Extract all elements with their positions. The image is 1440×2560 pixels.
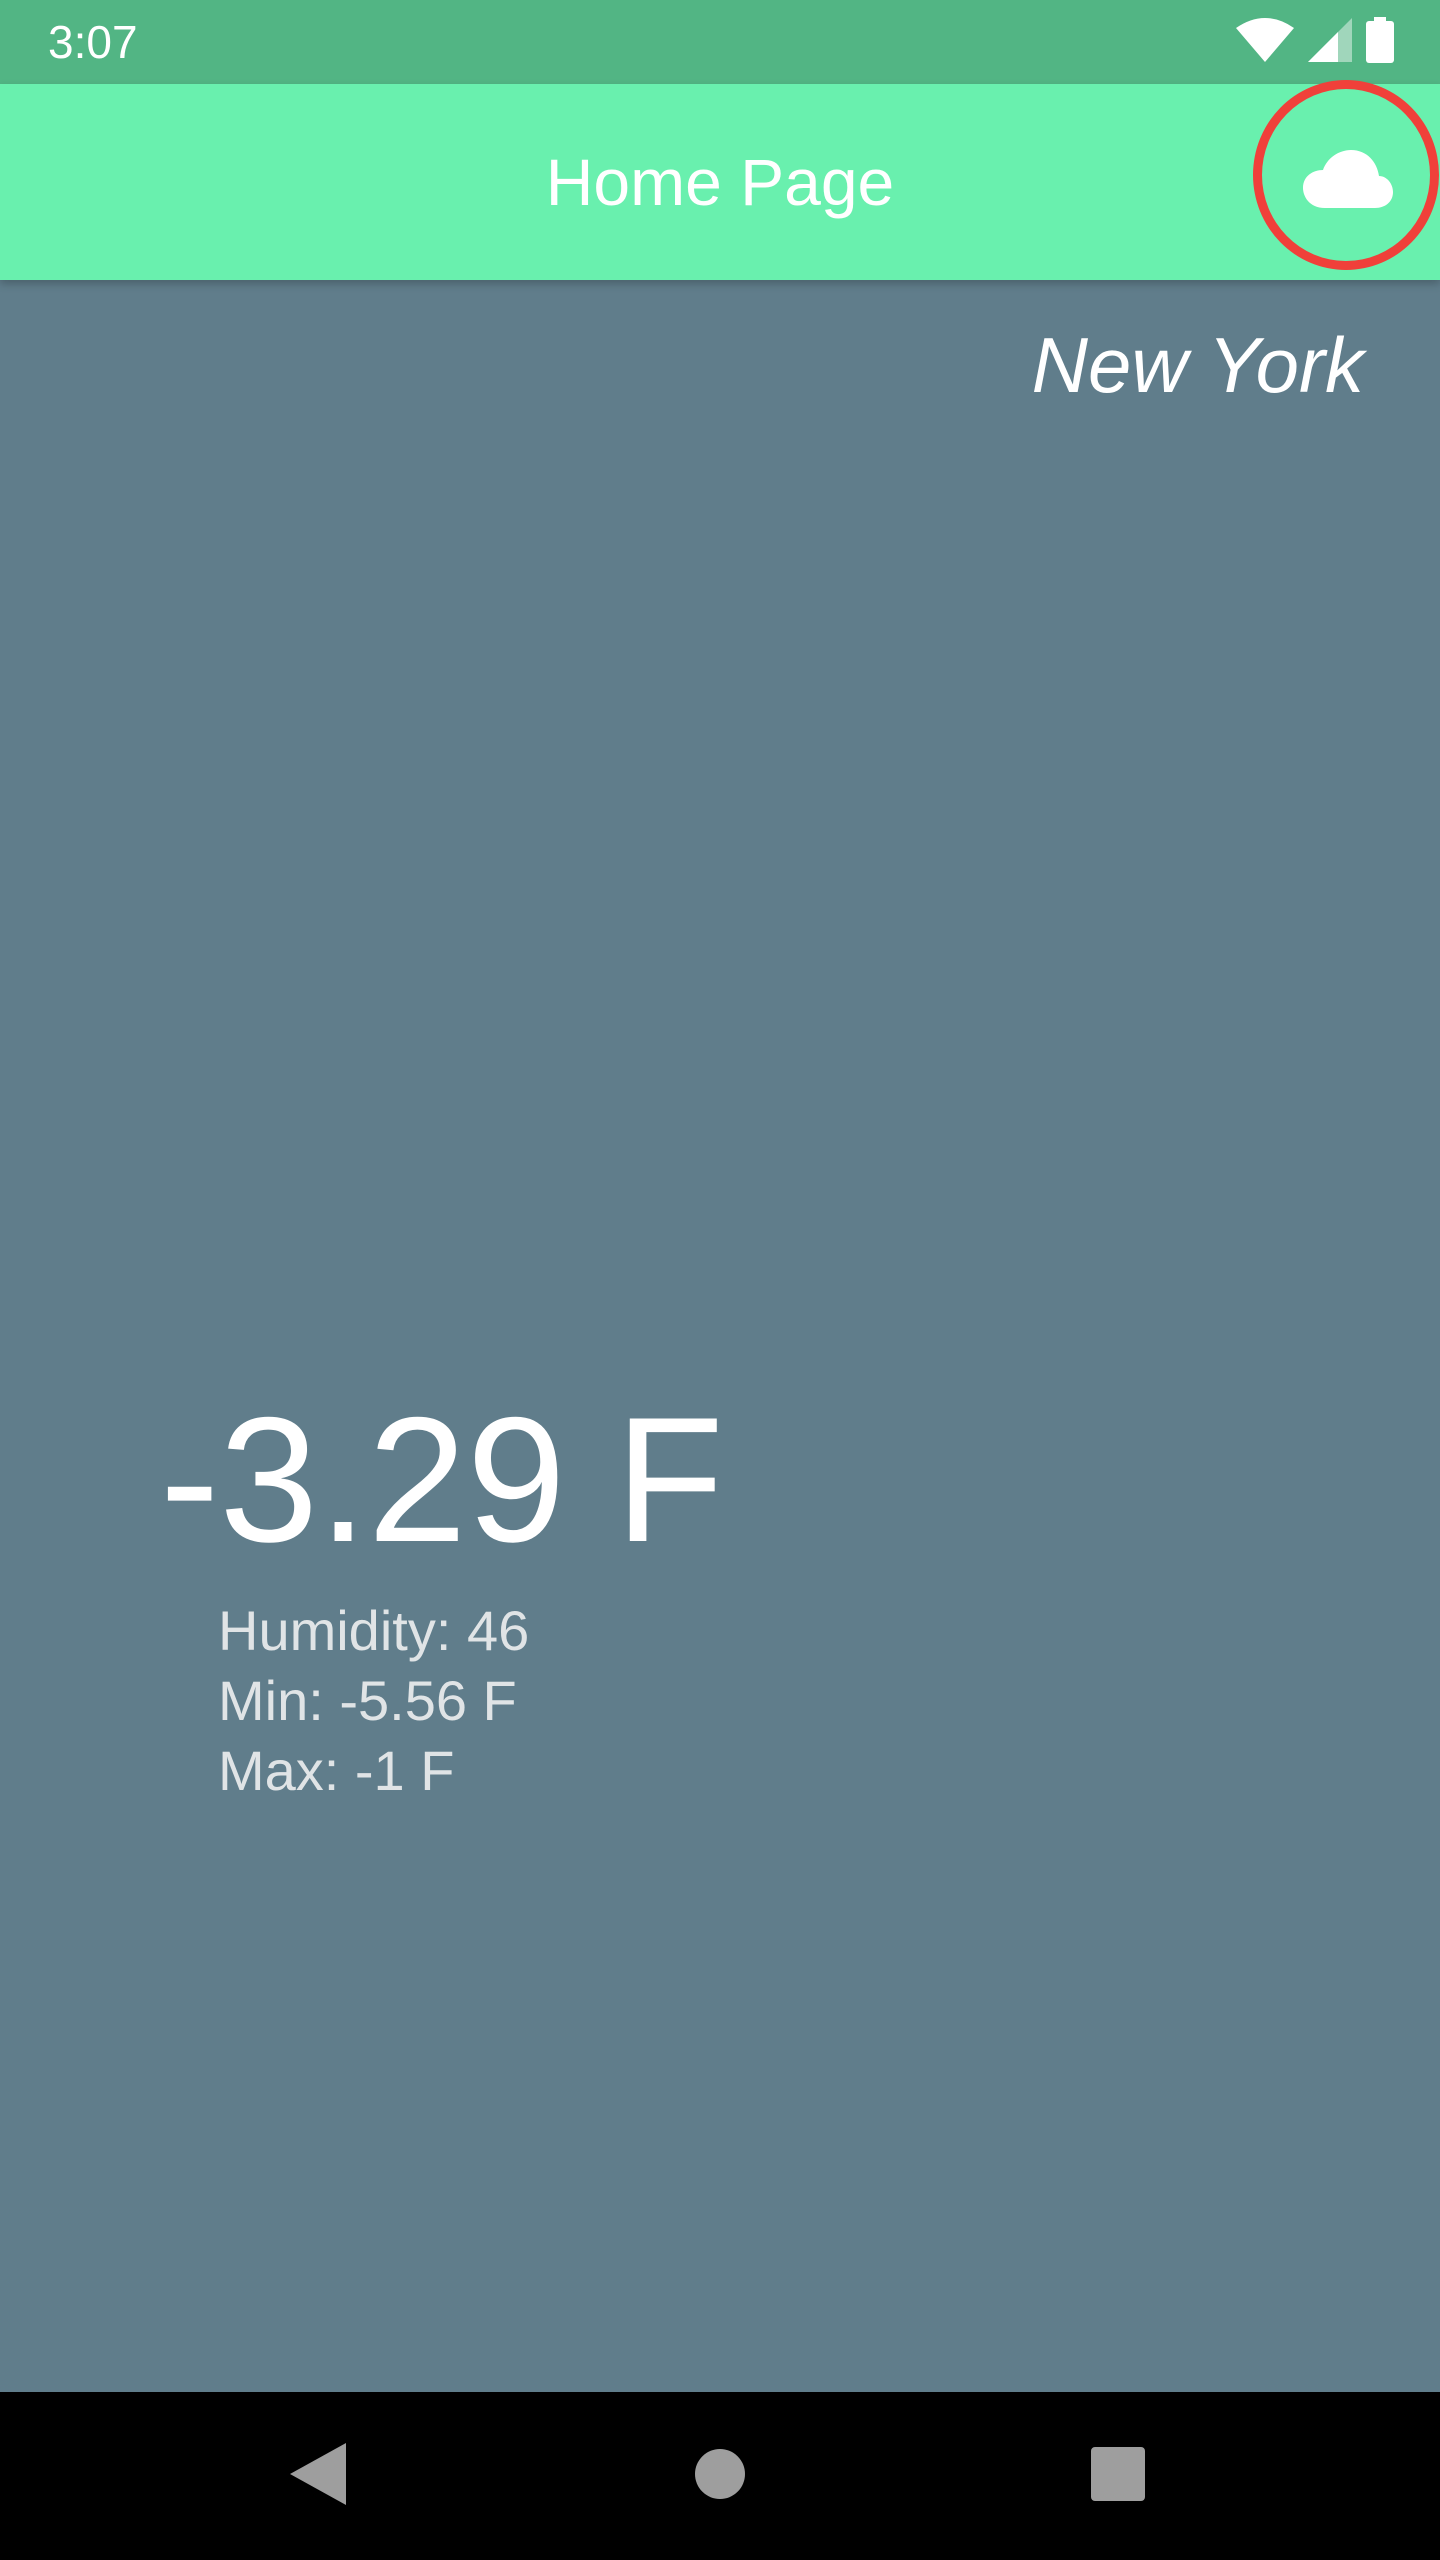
wifi-icon xyxy=(1236,17,1294,67)
cell-signal-icon xyxy=(1308,17,1352,67)
recents-button[interactable] xyxy=(1034,2392,1202,2560)
home-icon xyxy=(694,2448,746,2505)
battery-icon xyxy=(1366,16,1394,68)
weather-details: Humidity: 46 Min: -5.56 F Max: -1 F xyxy=(218,1596,529,1806)
humidity-text: Humidity: 46 xyxy=(218,1599,530,1662)
status-bar: 3:07 xyxy=(0,0,1440,84)
recents-icon xyxy=(1091,2446,1145,2506)
temperature-value: -3.29 F xyxy=(160,1380,724,1579)
back-icon xyxy=(290,2442,346,2510)
max-temp-text: Max: -1 F xyxy=(218,1739,455,1802)
home-button[interactable] xyxy=(636,2392,804,2560)
cloud-icon xyxy=(1302,149,1393,215)
status-time: 3:07 xyxy=(48,16,138,68)
navigation-bar xyxy=(0,2392,1440,2560)
status-icons xyxy=(1236,16,1394,68)
min-temp-text: Min: -5.56 F xyxy=(218,1669,517,1732)
page-title: Home Page xyxy=(545,145,895,219)
back-button[interactable] xyxy=(234,2392,402,2560)
cloud-button[interactable] xyxy=(1255,84,1440,280)
app-bar: Home Page xyxy=(0,84,1440,280)
city-name: New York xyxy=(1031,321,1364,409)
